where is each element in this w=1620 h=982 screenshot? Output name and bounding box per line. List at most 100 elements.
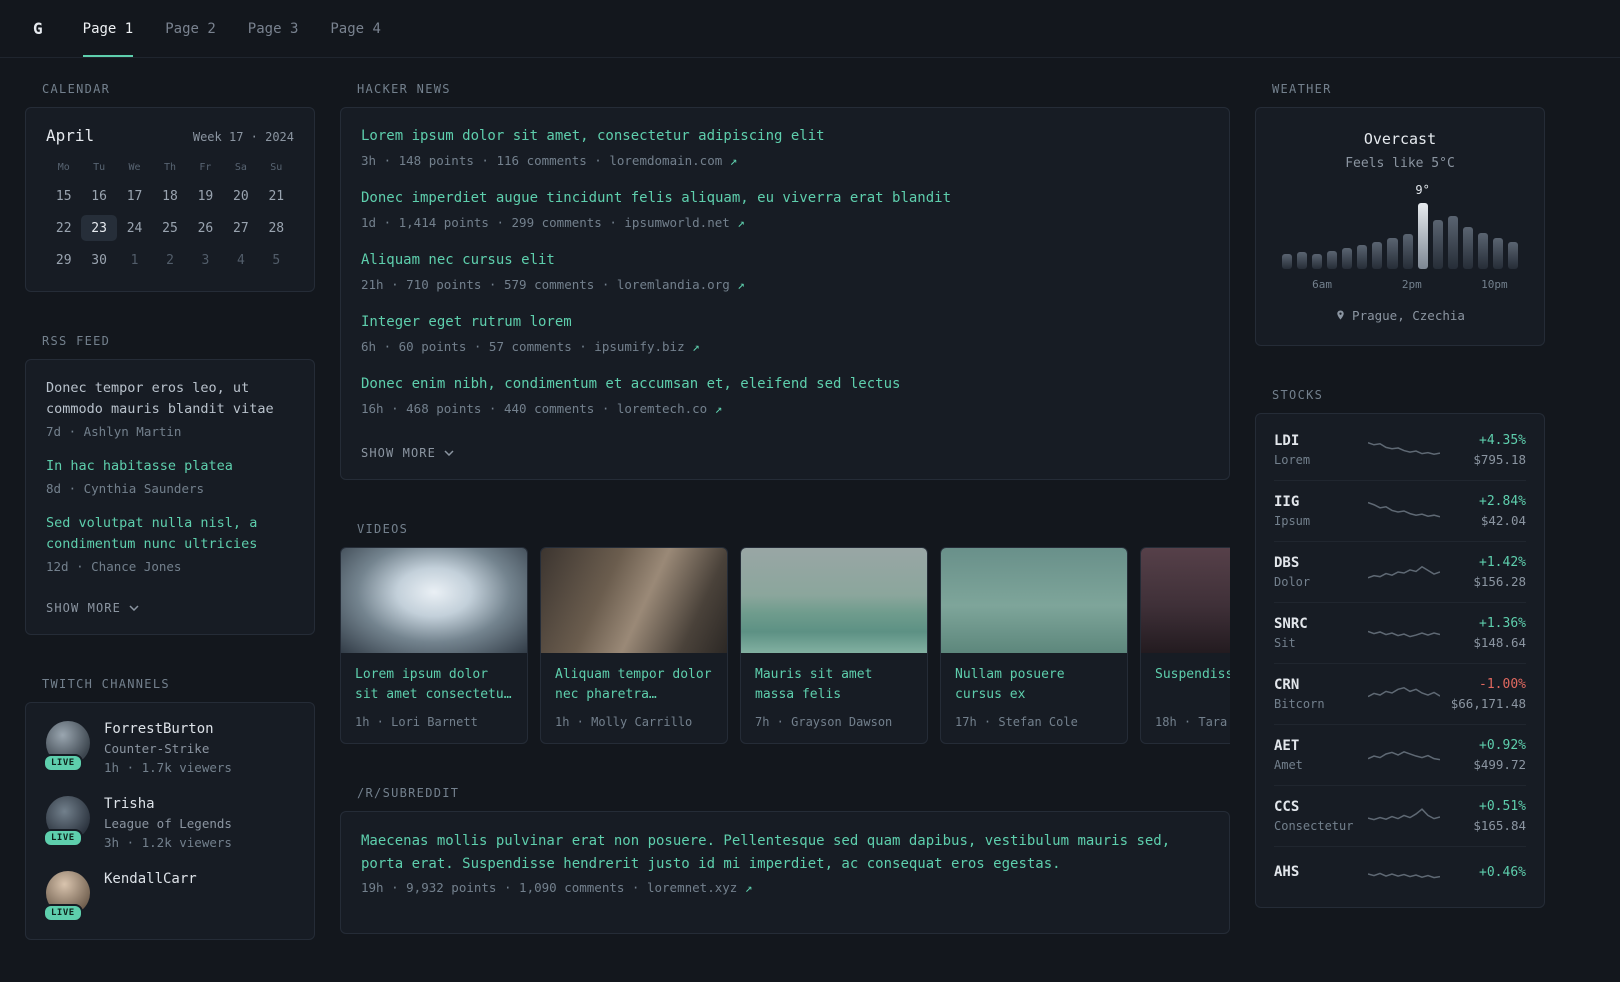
hacker-news-show-more-button[interactable]: SHOW MORE — [361, 446, 454, 460]
external-link-icon: ↗ — [737, 277, 745, 292]
stock-name: Consectetur — [1274, 819, 1354, 833]
video-title: Nullam posuere cursus ex — [955, 667, 1065, 703]
dashboard: CALENDAR April Week 17 · 2024 Mo Tu We Th Fr… — [0, 58, 1620, 982]
stock-row[interactable]: CRN Bitcorn -1.00% $66,171.48 — [1274, 664, 1526, 725]
video-title: Lorem ipsum dolor sit amet consectetu… — [355, 667, 512, 703]
stock-identity: SNRC Sit — [1274, 616, 1362, 650]
twitch-channel[interactable]: LIVE Trisha League of Legends 3h · 1.2k vie… — [43, 795, 294, 850]
stock-values: -1.00% $66,171.48 — [1446, 677, 1526, 711]
video-meta: 18h · Tara — [1155, 715, 1228, 729]
section-title-calendar: CALENDAR — [42, 82, 111, 96]
twitch-channel[interactable]: LIVE ForrestBurton Counter-Strike 1h · 1.7k… — [43, 720, 294, 775]
video-thumbnail — [341, 548, 527, 653]
video-card[interactable]: Suspendisse diam 18h · Tara — [1140, 547, 1230, 744]
channel-info: ForrestBurton Counter-Strike 1h · 1.7k vie… — [104, 721, 232, 775]
subreddit-post-title[interactable]: Maecenas mollis pulvinar erat non posuer… — [361, 830, 1209, 876]
tab-page-3[interactable]: Page 3 — [248, 0, 299, 57]
hn-post-title[interactable]: Integer eget rutrum lorem — [361, 312, 1209, 333]
tab-page-4[interactable]: Page 4 — [330, 0, 381, 57]
hn-post: Donec imperdiet augue tincidunt felis al… — [361, 188, 1209, 230]
hn-post-meta: 6h · 60 points · 57 comments · ipsumify.… — [361, 339, 1209, 354]
top-bar: G Page 1 Page 2 Page 3 Page 4 — [0, 0, 1620, 58]
stock-row[interactable]: IIG Ipsum +2.84% $42.04 — [1274, 481, 1526, 542]
rss-item-title[interactable]: Sed volutpat nulla nisl, a condimentum n… — [46, 513, 294, 555]
hn-post-domain-link[interactable]: loremtech.co — [617, 401, 715, 416]
weather-bar — [1507, 242, 1518, 269]
hn-post-meta: 3h · 148 points · 116 comments · loremdo… — [361, 153, 1209, 168]
stock-row[interactable]: LDI Lorem +4.35% $795.18 — [1274, 420, 1526, 481]
tab-page-2[interactable]: Page 2 — [165, 0, 216, 57]
video-card[interactable]: Nullam posuere cursus ex 17h · Stefan Col… — [940, 547, 1128, 744]
stock-sparkline — [1368, 802, 1440, 830]
hn-post-stats: 1d · 1,414 points · 299 comments · — [361, 215, 625, 230]
hn-post-domain-link[interactable]: ipsumworld.net — [624, 215, 737, 230]
stock-row[interactable]: AET Amet +0.92% $499.72 — [1274, 725, 1526, 786]
video-card-body: Suspendisse diam 18h · Tara — [1141, 653, 1230, 743]
hn-post-title[interactable]: Donec enim nibh, condimentum et accumsan… — [361, 374, 1209, 395]
stock-sparkline — [1368, 619, 1440, 647]
calendar-day: 29 — [55, 252, 72, 268]
calendar-day: 2 — [166, 252, 174, 268]
location-pin-icon — [1337, 310, 1344, 320]
hn-post-title[interactable]: Lorem ipsum dolor sit amet, consectetur … — [361, 126, 1209, 147]
hacker-news-show-more-label: SHOW MORE — [361, 446, 436, 460]
video-card[interactable]: Lorem ipsum dolor sit amet consectetu… 1h… — [340, 547, 528, 744]
stock-row[interactable]: AHS +0.46% — [1274, 847, 1526, 901]
weather-bar — [1312, 253, 1323, 269]
calendar-day: 19 — [197, 188, 214, 204]
stock-identity: AET Amet — [1274, 738, 1362, 772]
channel-name: KendallCarr — [104, 870, 197, 887]
stock-identity: LDI Lorem — [1274, 433, 1362, 467]
stock-price: $165.84 — [1473, 818, 1526, 833]
calendar-days: 15 16 17 18 19 20 21 22 23 24 25 26 27 28 29 30 1 2 3 4 5 — [46, 183, 294, 273]
stock-row[interactable]: SNRC Sit +1.36% $148.64 — [1274, 603, 1526, 664]
twitch-channel[interactable]: LIVE KendallCarr — [43, 870, 294, 922]
hn-post-domain-link[interactable]: loremlandia.org — [617, 277, 737, 292]
stock-ticker: CRN — [1274, 677, 1300, 693]
video-card[interactable]: Mauris sit amet massa felis 7h · Grayson … — [740, 547, 928, 744]
weather-time-label: 6am — [1312, 278, 1333, 291]
rss-item-title[interactable]: Donec tempor eros leo, ut commodo mauris… — [46, 378, 294, 420]
video-meta: 7h · Grayson Dawson — [755, 715, 893, 729]
hn-post-domain-link[interactable]: ipsumify.biz — [594, 339, 692, 354]
stock-row[interactable]: CCS Consectetur +0.51% $165.84 — [1274, 786, 1526, 847]
subreddit-post-meta: 19h · 9,932 points · 1,090 comments · lo… — [361, 880, 1209, 895]
rss-show-more-button[interactable]: SHOW MORE — [46, 601, 139, 615]
stock-identity: AHS — [1274, 864, 1362, 884]
left-column: CALENDAR April Week 17 · 2024 Mo Tu We Th Fr… — [25, 82, 315, 982]
hn-post-title[interactable]: Aliquam nec cursus elit — [361, 250, 1209, 271]
calendar-card: April Week 17 · 2024 Mo Tu We Th Fr Sa Su 15 16… — [25, 107, 315, 292]
video-card[interactable]: Aliquam tempor dolor nec pharetra… 1h · M… — [540, 547, 728, 744]
video-card-body: Mauris sit amet massa felis 7h · Grayson … — [741, 653, 927, 743]
stock-change: -1.00% — [1479, 677, 1526, 692]
channel-category: Counter-Strike — [104, 740, 210, 756]
channel-info: Trisha League of Legends 3h · 1.2k viewers — [104, 796, 232, 850]
calendar-day: 1 — [130, 252, 139, 268]
hn-post-title[interactable]: Donec imperdiet augue tincidunt felis al… — [361, 188, 1209, 209]
tab-page-1[interactable]: Page 1 — [82, 0, 133, 57]
channel-viewers: 3h · 1.2k viewers — [104, 834, 232, 850]
weather-feels-like: Feels like 5°C — [1345, 156, 1455, 171]
stock-row[interactable]: DBS Dolor +1.42% $156.28 — [1274, 542, 1526, 603]
avatar: LIVE — [43, 720, 90, 772]
weather-bar — [1432, 220, 1443, 269]
calendar-day: 25 — [162, 220, 178, 236]
twitch-channel-list: LIVE ForrestBurton Counter-Strike 1h · 1.7k… — [43, 720, 294, 922]
hacker-news-list: Lorem ipsum dolor sit amet, consectetur … — [361, 126, 1209, 416]
stock-values: +2.84% $42.04 — [1446, 494, 1526, 528]
stock-sparkline — [1368, 436, 1440, 464]
rss-item-title[interactable]: In hac habitasse platea — [46, 456, 294, 477]
calendar-day: 15 — [55, 188, 72, 204]
video-card-body: Nullam posuere cursus ex 17h · Stefan Col… — [941, 653, 1127, 743]
stock-price: $148.64 — [1473, 635, 1526, 650]
hn-post-stats: 16h · 468 points · 440 comments · — [361, 401, 617, 416]
hn-post-domain-link[interactable]: loremdomain.com — [609, 153, 729, 168]
hn-post: Integer eget rutrum lorem 6h · 60 points … — [361, 312, 1209, 354]
stock-name: Ipsum — [1274, 514, 1311, 528]
weather-bar — [1462, 227, 1473, 269]
weather-bar — [1297, 252, 1308, 269]
hn-post-meta: 1d · 1,414 points · 299 comments · ipsum… — [361, 215, 1209, 230]
subreddit-post-domain-link[interactable]: loremnet.xyz — [647, 880, 745, 895]
stock-name: Amet — [1274, 758, 1303, 772]
video-card-body: Lorem ipsum dolor sit amet consectetu… 1h… — [341, 653, 527, 743]
